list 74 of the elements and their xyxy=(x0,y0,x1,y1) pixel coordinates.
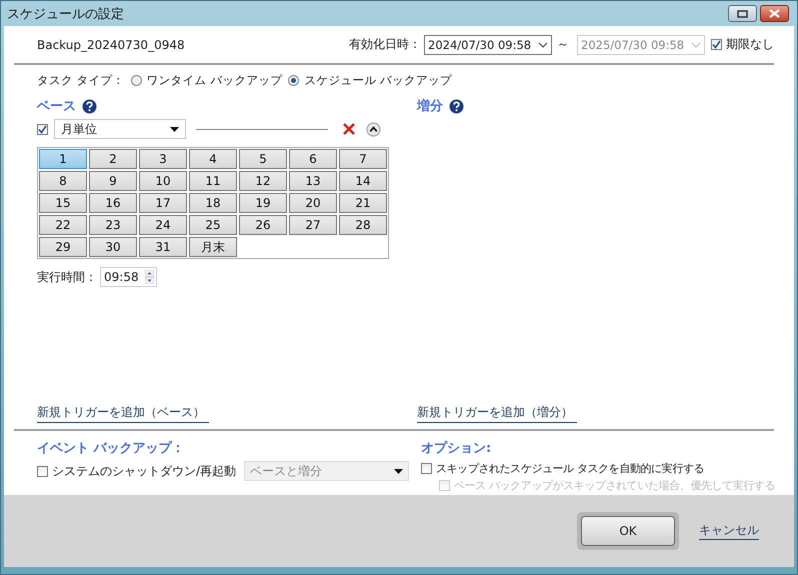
no-limit-label: 期限なし xyxy=(726,36,774,53)
unit-dropdown[interactable]: 月単位 xyxy=(54,119,186,139)
day-button[interactable]: 13 xyxy=(289,171,337,191)
section-title: オプション: xyxy=(421,440,492,457)
radio-button[interactable] xyxy=(288,75,300,86)
day-button[interactable]: 17 xyxy=(139,193,187,213)
close-icon xyxy=(769,9,780,18)
day-button[interactable]: 22 xyxy=(39,215,87,235)
day-button[interactable]: 10 xyxy=(139,171,187,191)
checkbox[interactable] xyxy=(37,466,48,476)
day-button[interactable]: 7 xyxy=(339,149,387,169)
day-button[interactable]: 20 xyxy=(289,193,337,213)
day-button[interactable]: 3 xyxy=(139,149,187,169)
dropdown-arrow-icon xyxy=(170,126,179,132)
restore-button[interactable] xyxy=(728,5,757,22)
day-button[interactable]: 24 xyxy=(139,215,187,235)
task-name: Backup_20240730_0948 xyxy=(37,38,186,52)
day-button[interactable]: 4 xyxy=(189,149,237,169)
add-trigger-link[interactable]: 新規トリガーを追加（増分） xyxy=(417,404,577,423)
day-button[interactable]: 21 xyxy=(339,193,387,213)
window-title: スケジュールの設定 xyxy=(7,6,125,22)
day-button[interactable]: 9 xyxy=(89,171,137,191)
day-button[interactable]: 5 xyxy=(239,149,287,169)
day-button[interactable]: 18 xyxy=(189,193,237,213)
section-title: ベース xyxy=(37,98,76,115)
chevron-down-icon xyxy=(538,42,548,48)
time-field[interactable]: 09:58 xyxy=(100,267,157,287)
day-button[interactable]: 8 xyxy=(39,171,87,191)
start-date-field[interactable]: 2024/07/30 09:58 xyxy=(424,34,552,54)
close-button[interactable] xyxy=(760,5,789,22)
section-title: イベント バックアップ： xyxy=(37,440,185,457)
option-label: ベース バックアップがスキップされていた場合、優先して実行する xyxy=(454,478,776,493)
add-trigger-link[interactable]: 新規トリガーを追加（ベース） xyxy=(37,404,209,423)
ok-button[interactable]: OK xyxy=(581,516,675,546)
day-button[interactable]: 月末 xyxy=(189,237,237,257)
day-button[interactable]: 29 xyxy=(39,237,87,257)
day-button[interactable]: 27 xyxy=(289,215,337,235)
checkbox[interactable] xyxy=(37,124,48,134)
task-type-label: タスク タイプ： xyxy=(37,73,125,88)
day-button[interactable]: 12 xyxy=(239,171,287,191)
time-label: 実行時間： xyxy=(37,268,97,286)
radio-label: ワンタイム バックアップ xyxy=(146,73,282,88)
help-icon[interactable] xyxy=(449,98,464,114)
day-button[interactable]: 14 xyxy=(339,171,387,191)
validity-label: 有効化日時： xyxy=(349,36,421,53)
cancel-link[interactable]: キャンセル xyxy=(699,522,759,540)
collapse-icon[interactable] xyxy=(366,122,381,136)
checkbox[interactable] xyxy=(711,39,722,50)
day-button[interactable]: 19 xyxy=(239,193,287,213)
day-button[interactable]: 30 xyxy=(89,237,137,257)
day-button[interactable]: 6 xyxy=(289,149,337,169)
day-button[interactable]: 23 xyxy=(89,215,137,235)
delete-icon[interactable] xyxy=(342,122,356,136)
option-label: スキップされたスケジュール タスクを自動的に実行する xyxy=(436,461,704,476)
day-button[interactable]: 2 xyxy=(89,149,137,169)
spinner-arrows-icon[interactable] xyxy=(144,270,154,284)
day-button[interactable]: 15 xyxy=(39,193,87,213)
dropdown-arrow-icon xyxy=(394,468,404,474)
tilde: ～ xyxy=(557,36,569,53)
day-button[interactable]: 26 xyxy=(239,215,287,235)
chevron-down-icon xyxy=(691,42,701,48)
day-button[interactable]: 28 xyxy=(339,215,387,235)
day-button[interactable]: 16 xyxy=(89,193,137,213)
radio-label: スケジュール バックアップ xyxy=(304,73,452,88)
day-button[interactable]: 31 xyxy=(139,237,187,257)
radio-button[interactable] xyxy=(130,75,142,86)
restore-icon xyxy=(737,10,748,18)
checkbox[interactable] xyxy=(421,463,432,474)
checkbox-label: システムのシャットダウン/再起動 xyxy=(52,462,236,480)
day-button[interactable]: 1 xyxy=(39,149,87,169)
section-title: 増分 xyxy=(417,98,443,115)
day-button[interactable]: 11 xyxy=(189,171,237,191)
day-button[interactable]: 25 xyxy=(189,215,237,235)
help-icon[interactable] xyxy=(82,98,97,114)
